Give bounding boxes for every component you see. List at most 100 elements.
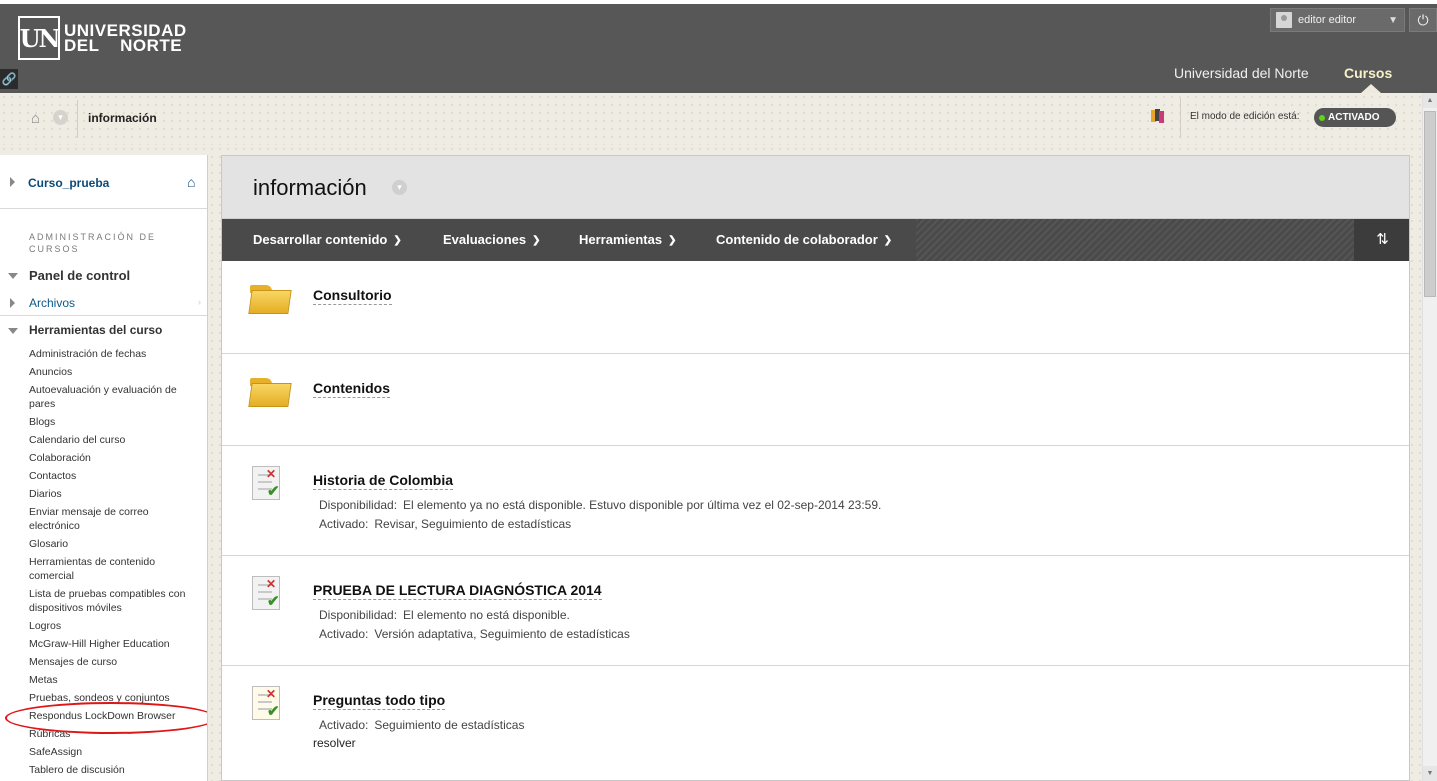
scroll-down-icon[interactable]: ▼ [1423,766,1437,781]
page-title: información [253,175,367,200]
sidebar-item-tool[interactable]: McGraw-Hill Higher Education [29,637,199,651]
edit-mode-value: ACTIVADO [1328,112,1380,123]
sidebar-item-tool[interactable]: Metas [29,673,199,687]
sidebar-item-tool[interactable]: Herramientas de contenido comercial [29,555,199,583]
course-tools-heading[interactable]: Herramientas del curso [29,323,162,337]
sidebar-divider [0,315,207,316]
item-enabled: Activado: Revisar, Seguimiento de estadís… [319,517,571,531]
logo-line-2: DEL NORTE [64,36,183,55]
tab-courses[interactable]: Cursos [1344,65,1392,81]
course-title-row[interactable]: Curso_prueba ⌂ [0,155,207,209]
sidebar-item-files[interactable]: Archivos [29,296,75,310]
meta-value: Revisar, Seguimiento de estadísticas [374,517,572,531]
content-item: ✕ ✔ Historia de Colombia Disponibilidad: E… [222,446,1409,556]
chevron-down-icon: ❯ [532,235,541,246]
reorder-icon[interactable]: ⇅ [1354,219,1409,261]
item-description: resolver [313,736,356,750]
scroll-up-icon[interactable]: ▲ [1423,93,1437,108]
avatar-icon [1276,12,1292,28]
sidebar-item-tool[interactable]: Lista de pruebas compatibles con disposi… [29,587,199,615]
action-bar: Desarrollar contenido ❯ Evaluaciones ❯ Her… [222,219,1409,261]
menu-assessments[interactable]: Evaluaciones ❯ [443,232,541,247]
item-enabled: Activado: Seguimiento de estadísticas [319,718,524,732]
content-item: ✕ ✔ PRUEBA DE LECTURA DIAGNÓSTICA 2014 Di… [222,556,1409,666]
sidebar-item-tool[interactable]: Enviar mensaje de correo electrónico [29,505,199,533]
breadcrumb-divider [77,100,78,138]
course-home-icon[interactable]: ⌂ [187,174,195,190]
chevron-down-icon[interactable]: ▾ [392,180,407,195]
annotation-circle [5,702,207,734]
home-icon[interactable]: ⌂ [31,110,40,127]
panel-de-control[interactable]: Panel de control [29,268,130,283]
theme-palette-icon[interactable] [1151,109,1165,123]
chevron-down-icon: ❯ [393,235,402,246]
item-title[interactable]: Preguntas todo tipo [313,692,446,710]
item-title[interactable]: Historia de Colombia [313,472,454,490]
item-title[interactable]: PRUEBA DE LECTURA DIAGNÓSTICA 2014 [313,582,602,600]
tab-institution[interactable]: Universidad del Norte [1174,65,1309,81]
institution-logo[interactable]: UN UNIVERSIDAD DEL NORTE [18,16,187,60]
sidebar-item-tool[interactable]: Logros [29,619,199,633]
collapse-arrow-icon[interactable] [8,328,18,334]
meta-key: Activado: [319,718,369,732]
menu-label: Desarrollar contenido [253,232,388,247]
logout-power-icon[interactable]: ⏻ [1409,8,1437,32]
sidebar-item-tool[interactable]: Autoevaluación y evaluación de pares [29,383,199,411]
content-item: ✕ ✔ Preguntas todo tipo Activado: Seguimie… [222,666,1409,780]
meta-value: El elemento no está disponible. [403,608,570,622]
edit-mode-toggle[interactable]: ACTIVADO [1314,108,1396,127]
caret-down-icon: ▼ [1388,14,1398,26]
chevron-down-icon[interactable]: ▾ [53,110,68,125]
meta-value: El elemento ya no está disponible. Estuv… [403,498,882,512]
user-name: editor editor [1298,14,1357,26]
logo-text: UNIVERSIDAD DEL NORTE [64,22,187,55]
item-enabled: Activado: Versión adaptativa, Seguimiento… [319,627,630,641]
meta-value: Versión adaptativa, Seguimiento de estad… [374,627,630,641]
sidebar-item-tool[interactable]: Calendario del curso [29,433,199,447]
meta-key: Disponibilidad: [319,498,398,512]
sidebar-item-tool[interactable]: Administración de fechas [29,347,199,361]
meta-key: Activado: [319,517,369,531]
sidebar-item-tool[interactable]: Contactos [29,469,199,483]
chevron-down-icon: ❯ [883,235,893,246]
collapse-arrow-icon[interactable] [8,273,18,279]
menu-partner-content[interactable]: Contenido de colaborador ❯ [716,232,892,247]
sidebar-item-tool[interactable]: SafeAssign [29,745,199,759]
admin-heading: ADMINISTRACIÓN DE CURSOS [29,232,157,254]
sidebar-item-tool[interactable]: Mensajes de curso [29,655,199,669]
sidebar-item-tool[interactable]: Glosario [29,537,199,551]
folder-icon [248,376,294,408]
top-header: UN UNIVERSIDAD DEL NORTE editor editor ▼… [0,0,1437,93]
menu-build-content[interactable]: Desarrollar contenido ❯ [253,232,402,247]
sidebar-item-tool[interactable]: Tablero de discusión [29,763,199,777]
meta-key: Disponibilidad: [319,608,398,622]
menu-label: Contenido de colaborador [716,232,878,247]
content-item: Consultorio [222,261,1409,354]
breadcrumb-current: información [88,111,157,125]
item-availability: Disponibilidad: El elemento ya no está di… [319,498,881,512]
item-title[interactable]: Contenidos [313,380,390,398]
content-item: Contenidos [222,354,1409,446]
meta-value: Seguimiento de estadísticas [374,718,525,732]
sidebar-item-tool[interactable]: Blogs [29,415,199,429]
folder-icon [248,283,294,315]
scrollbar-thumb[interactable] [1424,111,1436,297]
sidebar-item-tool[interactable]: Diarios [29,487,199,501]
chevron-down-icon: ❯ [668,235,677,246]
sidebar-item-tool[interactable]: Colaboración [29,451,199,465]
link-icon[interactable]: 🔗 [0,69,18,89]
test-icon: ✕ ✔ [248,464,286,502]
expand-arrow-icon[interactable] [10,298,15,308]
item-title[interactable]: Consultorio [313,287,392,305]
edit-mode-divider [1180,98,1181,138]
expand-arrow-icon[interactable] [10,177,15,187]
menu-tools[interactable]: Herramientas ❯ [579,232,677,247]
content-header: información ▾ [222,156,1409,219]
course-name[interactable]: Curso_prueba [28,176,109,190]
edit-mode-label: El modo de edición está: [1190,111,1300,122]
user-menu[interactable]: editor editor ▼ [1270,8,1405,32]
test-icon: ✕ ✔ [248,574,286,612]
menu-label: Evaluaciones [443,232,527,247]
active-tab-indicator [1361,84,1381,93]
sidebar-item-tool[interactable]: Anuncios [29,365,199,379]
